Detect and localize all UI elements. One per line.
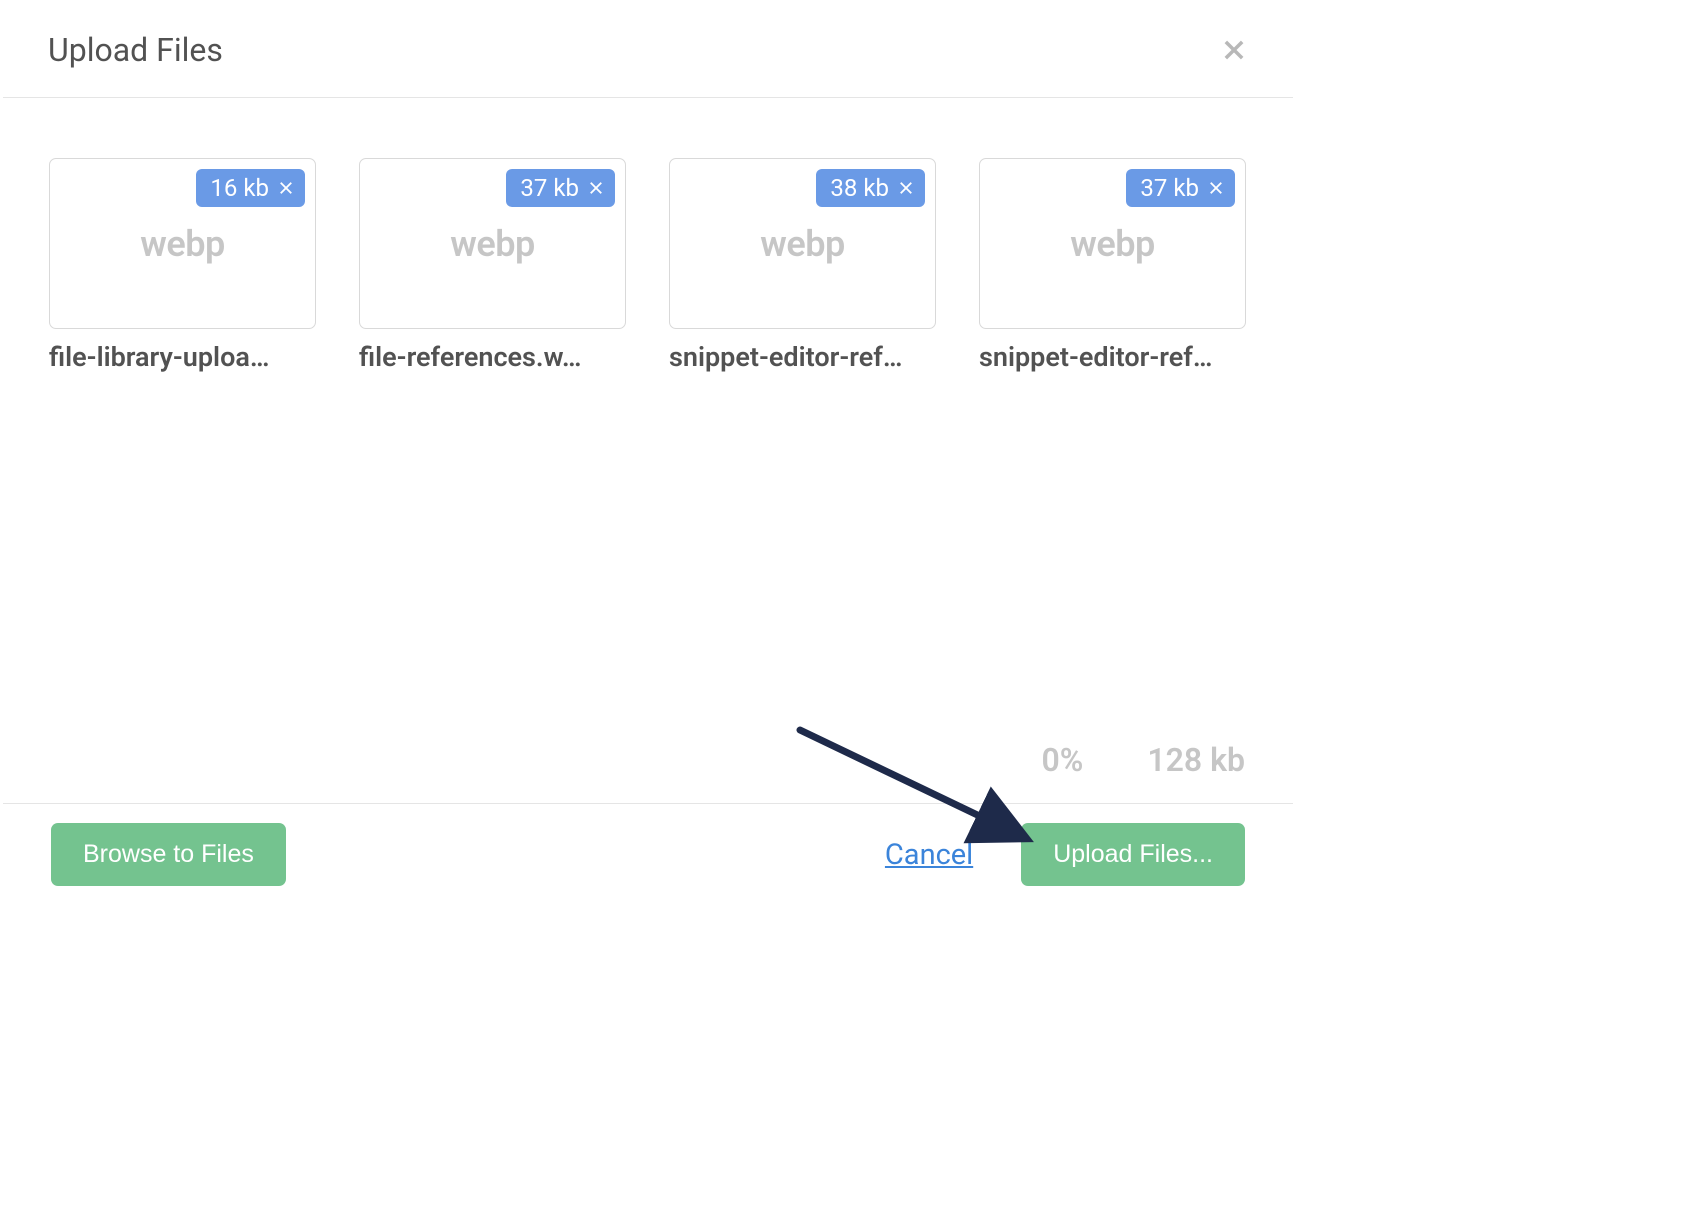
upload-dialog: Upload Files 16 kb webp file-library-upl… bbox=[3, 3, 1293, 373]
dialog-header: Upload Files bbox=[3, 3, 1293, 98]
remove-file-icon[interactable] bbox=[897, 179, 915, 197]
file-size: 16 kb bbox=[210, 174, 269, 202]
close-icon[interactable] bbox=[1220, 36, 1248, 64]
file-type-label: webp bbox=[140, 223, 224, 265]
dialog-title: Upload Files bbox=[48, 31, 223, 69]
file-card: 37 kb webp file-references.w… bbox=[359, 158, 626, 373]
upload-percent: 0% bbox=[1041, 741, 1083, 779]
remove-file-icon[interactable] bbox=[1207, 179, 1225, 197]
remove-file-icon[interactable] bbox=[587, 179, 605, 197]
file-type-label: webp bbox=[450, 223, 534, 265]
file-size: 38 kb bbox=[830, 174, 889, 202]
file-size: 37 kb bbox=[1140, 174, 1199, 202]
size-badge: 38 kb bbox=[816, 169, 925, 207]
upload-button[interactable]: Upload Files... bbox=[1021, 823, 1245, 886]
file-name: file-library-uploa… bbox=[49, 341, 316, 373]
size-badge: 37 kb bbox=[1126, 169, 1235, 207]
file-size: 37 kb bbox=[520, 174, 579, 202]
file-card: 37 kb webp snippet-editor-ref… bbox=[979, 158, 1246, 373]
cancel-link[interactable]: Cancel bbox=[885, 838, 973, 872]
file-name: snippet-editor-ref… bbox=[669, 341, 936, 373]
file-type-label: webp bbox=[1070, 223, 1154, 265]
file-type-label: webp bbox=[760, 223, 844, 265]
file-name: snippet-editor-ref… bbox=[979, 341, 1246, 373]
file-grid: 16 kb webp file-library-uploa… 37 kb bbox=[3, 98, 1293, 373]
file-name: file-references.w… bbox=[359, 341, 626, 373]
size-badge: 37 kb bbox=[506, 169, 615, 207]
size-badge: 16 kb bbox=[196, 169, 305, 207]
total-size: 128 kb bbox=[1147, 741, 1245, 779]
remove-file-icon[interactable] bbox=[277, 179, 295, 197]
file-thumbnail[interactable]: 38 kb webp bbox=[669, 158, 936, 329]
file-card: 16 kb webp file-library-uploa… bbox=[49, 158, 316, 373]
browse-button[interactable]: Browse to Files bbox=[51, 823, 286, 886]
file-card: 38 kb webp snippet-editor-ref… bbox=[669, 158, 936, 373]
file-thumbnail[interactable]: 37 kb webp bbox=[979, 158, 1246, 329]
footer-right: Cancel Upload Files... bbox=[885, 823, 1245, 886]
dialog-footer: Browse to Files Cancel Upload Files... bbox=[3, 823, 1293, 886]
status-row: 0% 128 kb bbox=[3, 741, 1293, 804]
file-thumbnail[interactable]: 37 kb webp bbox=[359, 158, 626, 329]
file-thumbnail[interactable]: 16 kb webp bbox=[49, 158, 316, 329]
